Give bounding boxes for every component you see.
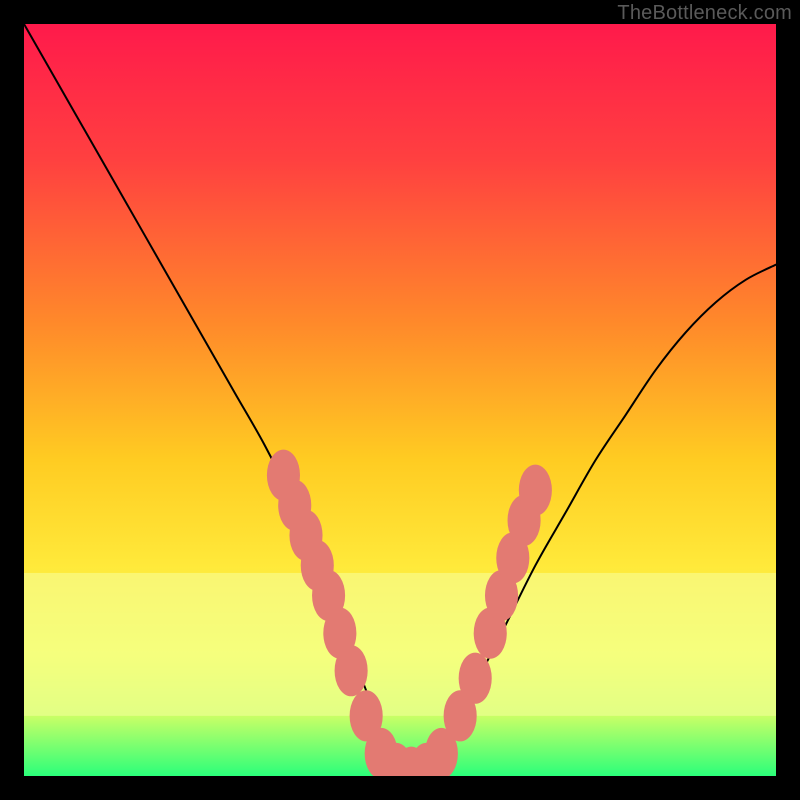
chart-frame bbox=[24, 24, 776, 776]
marker-dot bbox=[519, 465, 552, 516]
chart-svg bbox=[24, 24, 776, 776]
marker-dot bbox=[459, 653, 492, 704]
marker-dot bbox=[335, 645, 368, 696]
chart-plot bbox=[24, 24, 776, 776]
highlight-band bbox=[24, 573, 776, 716]
watermark-text: TheBottleneck.com bbox=[617, 2, 792, 25]
